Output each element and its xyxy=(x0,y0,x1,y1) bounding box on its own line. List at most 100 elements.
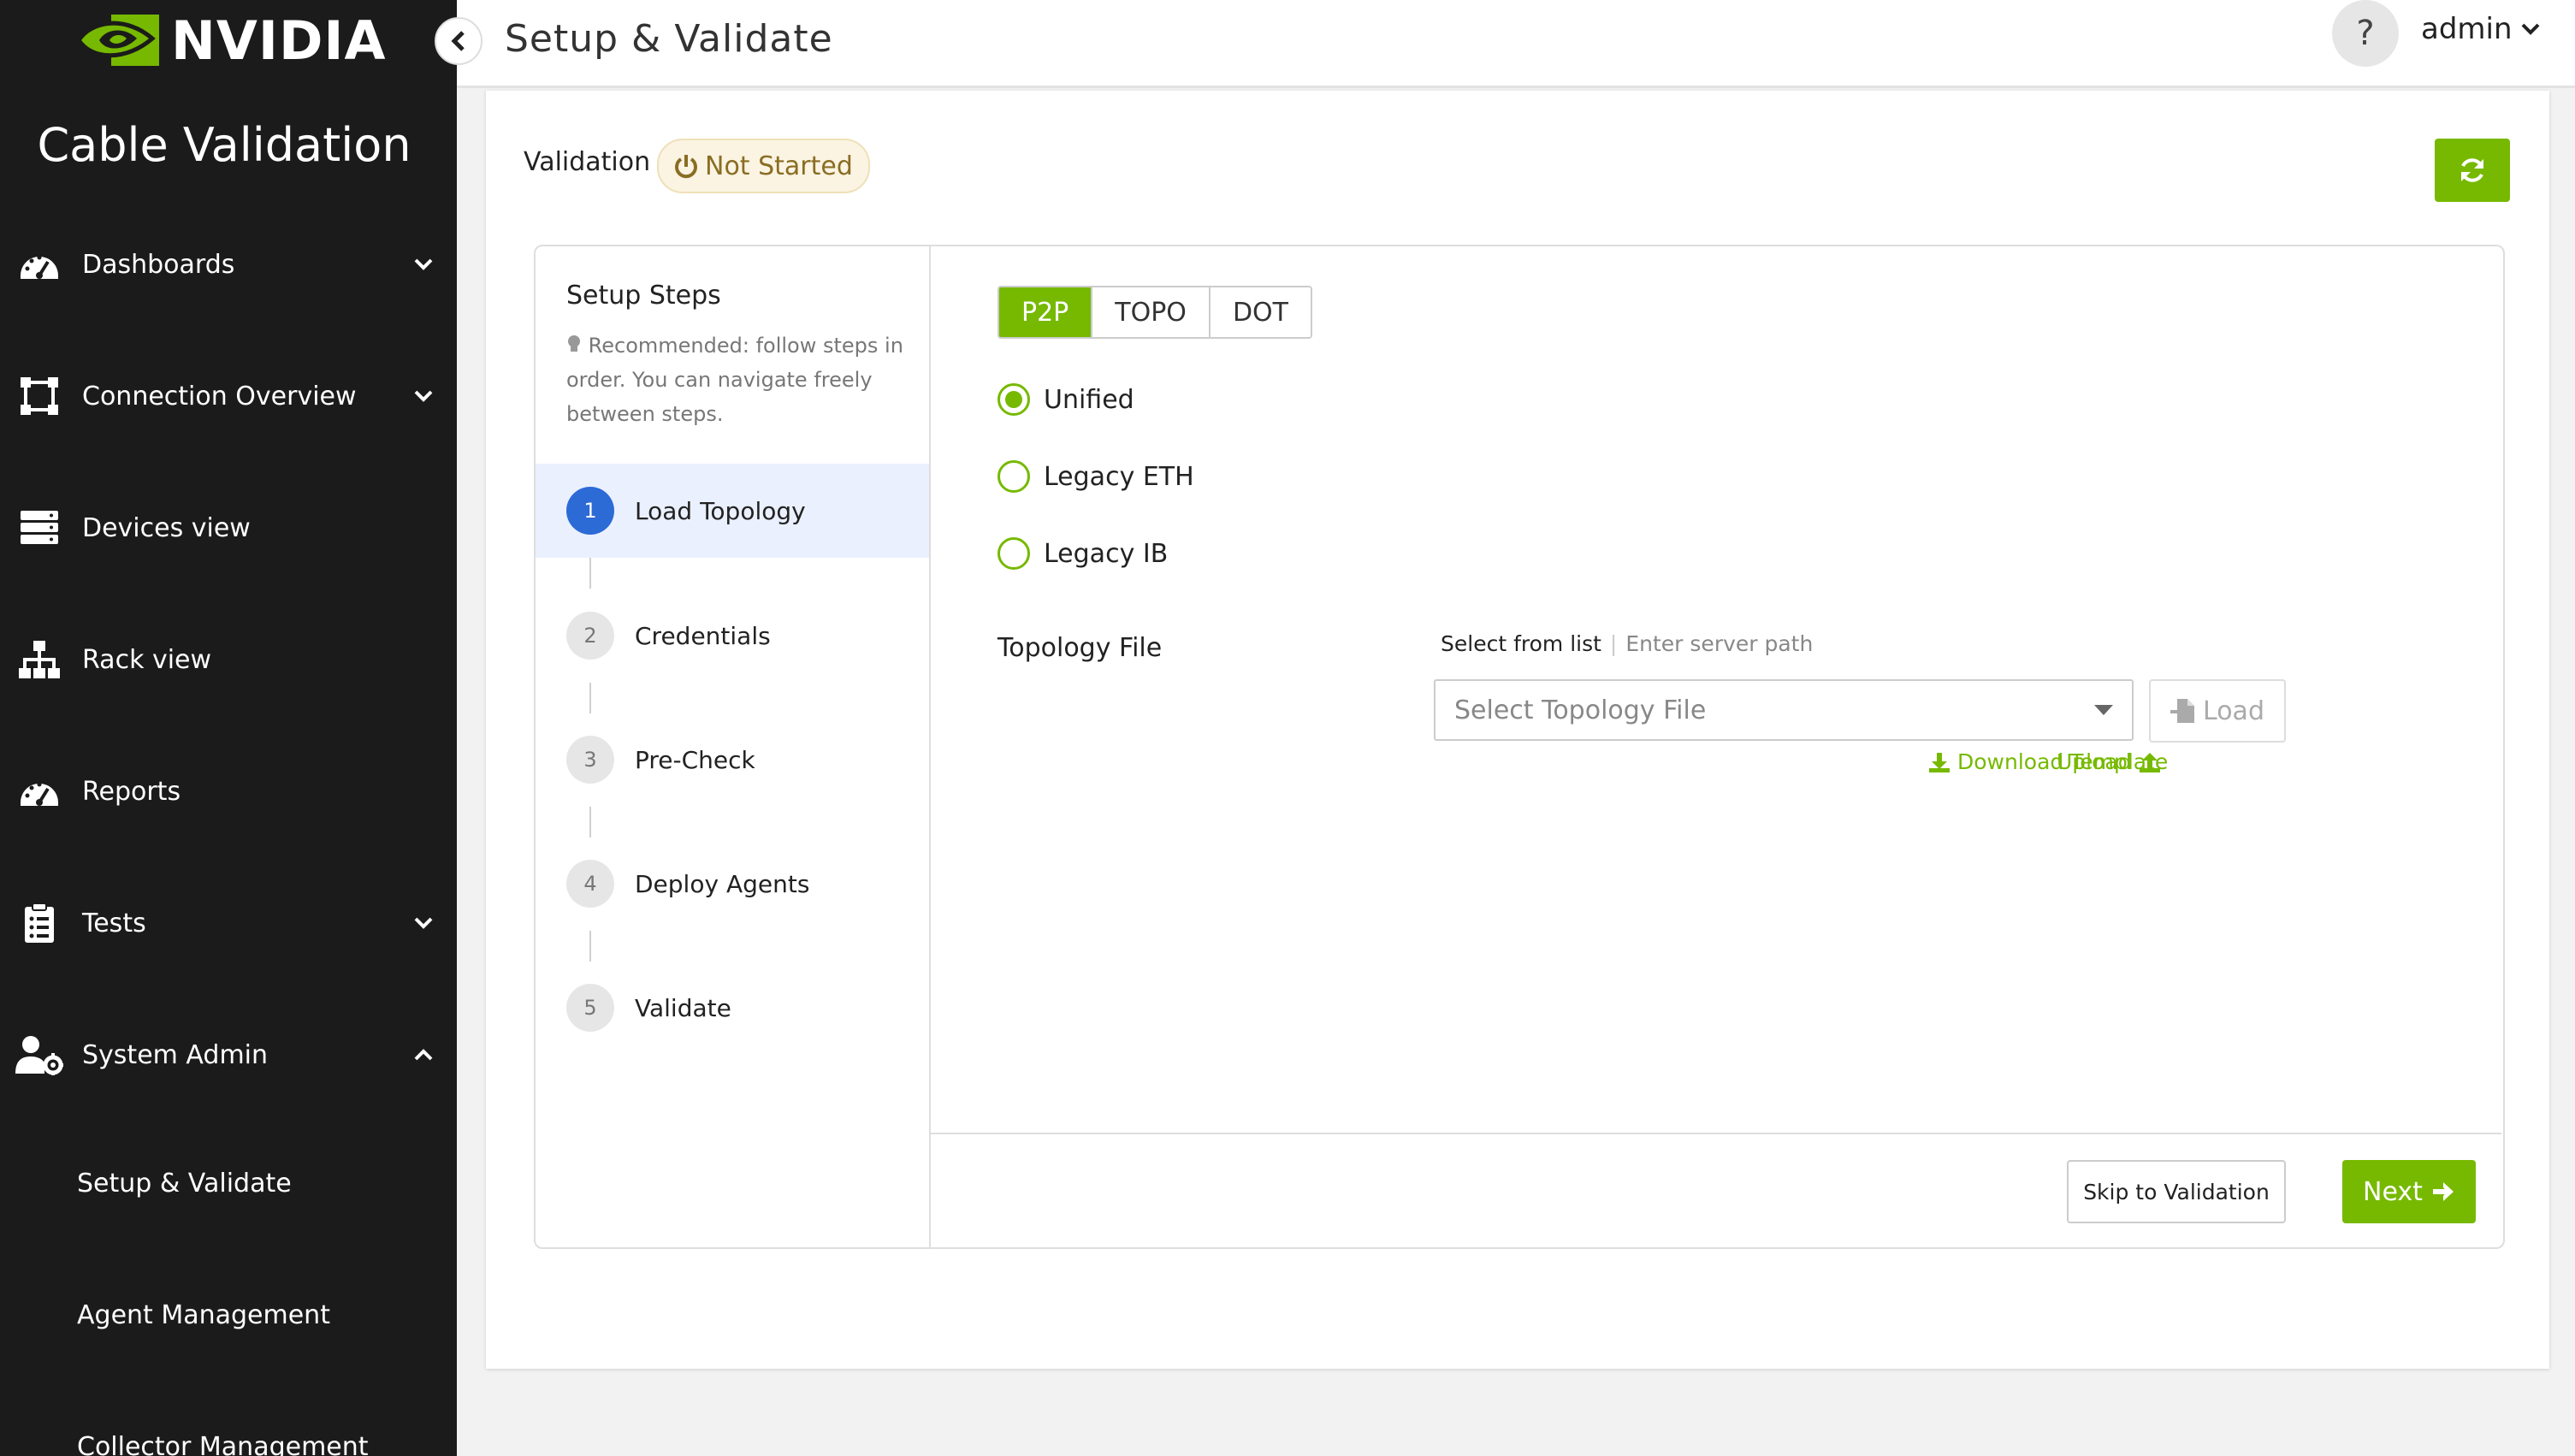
upload-icon xyxy=(2139,752,2160,772)
step-pre-check[interactable]: 3 Pre-Check xyxy=(536,713,929,807)
next-label: Next xyxy=(2363,1176,2423,1207)
nvidia-logo[interactable]: NVIDIA xyxy=(75,9,387,72)
validation-label: Validation xyxy=(524,147,651,177)
chevron-down-icon xyxy=(411,252,436,277)
step-number: 2 xyxy=(566,612,614,660)
help-button[interactable]: ? xyxy=(2332,0,2399,67)
tab-dot[interactable]: DOT xyxy=(1208,287,1311,337)
step-validate[interactable]: 5 Validate xyxy=(536,961,929,1055)
step-label: Credentials xyxy=(635,621,771,650)
logo-text: NVIDIA xyxy=(171,9,387,72)
nav-label: Devices view xyxy=(82,512,251,543)
status-badge: Not Started xyxy=(657,139,870,193)
subnav-agent-management[interactable]: Agent Management xyxy=(77,1300,330,1330)
nav-label: System Admin xyxy=(82,1039,269,1070)
nav-reports[interactable]: Reports xyxy=(0,761,457,821)
format-tabs: P2P TOPO DOT xyxy=(997,286,1312,339)
setup-panel: Setup Steps Recommended: follow steps in… xyxy=(534,245,2505,1249)
step-number: 3 xyxy=(566,736,614,784)
app-title: Cable Validation xyxy=(37,118,411,172)
step-number: 5 xyxy=(566,984,614,1032)
topology-file-select[interactable]: Select Topology File xyxy=(1434,679,2134,741)
chevron-left-icon xyxy=(451,31,465,51)
chevron-down-icon xyxy=(2521,23,2539,35)
sidebar: NVIDIA Cable Validation Dashboards Conne… xyxy=(0,0,457,1456)
nvidia-eye-icon xyxy=(75,15,159,66)
nav-dashboards[interactable]: Dashboards xyxy=(0,234,457,294)
step-number: 4 xyxy=(566,860,614,908)
subnav-collector-management[interactable]: Collector Management xyxy=(77,1432,369,1456)
separator: | xyxy=(1609,631,1618,656)
refresh-icon xyxy=(2461,158,2483,182)
clipboard-icon xyxy=(15,899,63,947)
hint-text: Recommended: follow steps in order. You … xyxy=(566,334,903,426)
tab-p2p[interactable]: P2P xyxy=(999,287,1092,337)
radio-label: Legacy IB xyxy=(1044,538,1169,569)
step-label: Deploy Agents xyxy=(635,869,810,898)
enter-server-path-option[interactable]: Enter server path xyxy=(1625,631,1813,656)
page-title: Setup & Validate xyxy=(505,17,833,61)
step-load-topology[interactable]: 1 Load Topology xyxy=(536,464,929,558)
nav-connection-overview[interactable]: Connection Overview xyxy=(0,366,457,426)
radio-indicator xyxy=(997,460,1030,493)
download-icon xyxy=(1929,752,1950,772)
report-gauge-icon xyxy=(15,767,63,815)
radio-label: Legacy ETH xyxy=(1044,461,1194,492)
chevron-up-icon xyxy=(411,1042,436,1068)
step-number: 1 xyxy=(566,487,614,535)
step-label: Load Topology xyxy=(635,496,806,525)
username: admin xyxy=(2421,12,2513,46)
nav-label: Tests xyxy=(82,908,146,938)
radio-selected-indicator xyxy=(997,383,1030,416)
arrow-right-icon xyxy=(2432,1182,2454,1201)
next-button[interactable]: Next xyxy=(2342,1160,2476,1223)
caret-down-icon xyxy=(2094,705,2113,715)
chevron-down-icon xyxy=(411,383,436,409)
upload-link[interactable]: Upload xyxy=(2057,749,2161,774)
lightbulb-icon xyxy=(568,335,580,352)
power-icon xyxy=(675,155,697,179)
user-menu[interactable]: admin xyxy=(2421,12,2540,46)
step-credentials[interactable]: 2 Credentials xyxy=(536,589,929,683)
tab-topo[interactable]: TOPO xyxy=(1091,287,1209,337)
step-connector xyxy=(589,807,591,837)
step-connector xyxy=(589,931,591,962)
dashboard-gauge-icon xyxy=(15,240,63,288)
select-from-list-option[interactable]: Select from list xyxy=(1441,631,1601,656)
step-connector xyxy=(589,558,591,589)
setup-steps-column: Setup Steps Recommended: follow steps in… xyxy=(536,246,931,1247)
step-label: Pre-Check xyxy=(635,745,755,774)
nav-rack-view[interactable]: Rack view xyxy=(0,630,457,690)
load-button[interactable]: Load xyxy=(2149,679,2286,743)
load-label: Load xyxy=(2203,695,2264,726)
file-import-icon xyxy=(2170,699,2195,723)
step-content: P2P TOPO DOT Unified Legacy ETH Legacy I… xyxy=(931,246,2501,1247)
topology-source-toggle: Select from list | Enter server path xyxy=(1441,631,1813,656)
nav-label: Reports xyxy=(82,776,181,807)
nav-tests[interactable]: Tests xyxy=(0,893,457,953)
setup-steps-title: Setup Steps xyxy=(566,281,721,311)
radio-indicator xyxy=(997,537,1030,570)
collapse-sidebar-button[interactable] xyxy=(435,17,482,65)
nav-label: Rack view xyxy=(82,644,212,675)
radio-legacy-ib[interactable]: Legacy IB xyxy=(997,537,1168,570)
footer-divider xyxy=(931,1133,2501,1134)
server-stack-icon xyxy=(15,504,63,552)
radio-label: Unified xyxy=(1044,384,1134,415)
nav-devices-view[interactable]: Devices view xyxy=(0,498,457,558)
user-gear-icon xyxy=(15,1031,63,1079)
step-label: Validate xyxy=(635,993,731,1022)
radio-legacy-eth[interactable]: Legacy ETH xyxy=(997,460,1194,493)
step-deploy-agents[interactable]: 4 Deploy Agents xyxy=(536,837,929,931)
subnav-setup-validate[interactable]: Setup & Validate xyxy=(77,1169,292,1199)
chevron-down-icon xyxy=(411,910,436,936)
refresh-button[interactable] xyxy=(2435,139,2510,202)
nav-label: Connection Overview xyxy=(82,381,357,411)
upload-label: Upload xyxy=(2057,749,2132,774)
setup-steps-hint: Recommended: follow steps in order. You … xyxy=(566,328,909,431)
step-connector xyxy=(589,683,591,713)
radio-unified[interactable]: Unified xyxy=(997,383,1134,416)
network-tree-icon xyxy=(15,636,63,684)
nav-system-admin[interactable]: System Admin xyxy=(0,1025,457,1085)
skip-to-validation-button[interactable]: Skip to Validation xyxy=(2067,1160,2286,1223)
